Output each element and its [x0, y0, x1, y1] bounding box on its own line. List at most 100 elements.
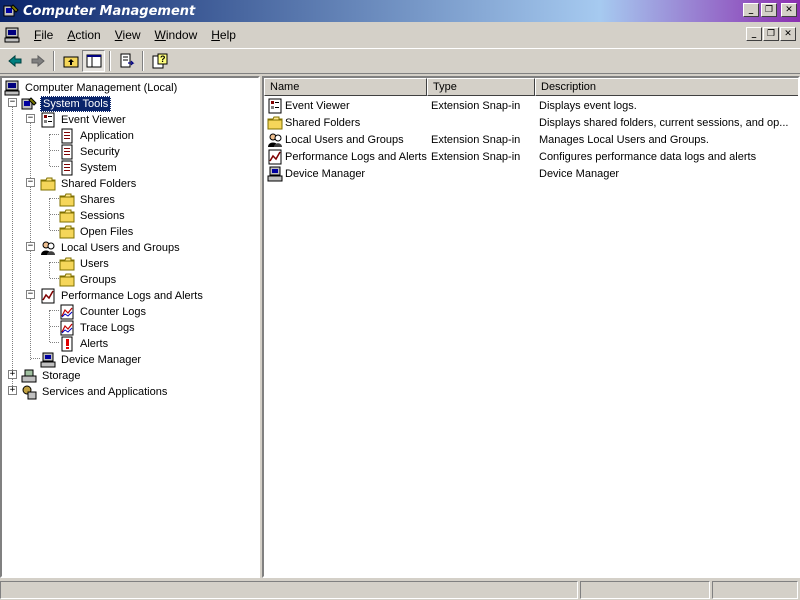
computer-icon: [4, 80, 20, 96]
folder-icon: [59, 256, 75, 272]
mmc-document-icon[interactable]: [3, 27, 21, 43]
tree-item-label: Services and Applications: [42, 386, 168, 398]
tree-item-device-manager[interactable]: Device Manager: [40, 352, 143, 368]
tree-item-users[interactable]: Users: [59, 256, 111, 272]
menu-action[interactable]: Action: [60, 28, 107, 42]
tree-item-sessions[interactable]: Sessions: [59, 208, 127, 224]
menu-file-label: File: [34, 28, 54, 42]
show-hide-tree-button[interactable]: [82, 50, 105, 72]
tree-connector: [50, 230, 59, 231]
restore-button[interactable]: ❐: [761, 3, 777, 17]
close-button[interactable]: ✕: [781, 3, 797, 17]
details-list-pane[interactable]: Name Type Description Event Viewer Exten…: [262, 76, 800, 578]
folder-icon: [59, 224, 75, 240]
menu-file[interactable]: File: [27, 28, 60, 42]
tree-item-label: System Tools: [40, 96, 112, 112]
tree-item-label: Storage: [42, 370, 81, 382]
back-arrow-icon: [7, 54, 21, 68]
tree-item-storage[interactable]: Storage: [21, 368, 83, 384]
column-header-type[interactable]: Type: [427, 78, 535, 96]
tree-item-security[interactable]: Security: [59, 144, 122, 160]
up-folder-icon: [63, 56, 78, 68]
tree-item-label: Security: [80, 146, 120, 158]
status-panel-main: [0, 581, 578, 599]
title-bar[interactable]: Computer Management _ ❐ ✕: [0, 0, 800, 22]
menu-bar: File Action View Window Help _ ❐ ✕: [0, 24, 800, 46]
alert-icon: [59, 336, 75, 352]
tree-item-label: Counter Logs: [80, 306, 147, 318]
row-type: Extension Snap-in: [431, 133, 521, 146]
collapse-toggle[interactable]: −: [26, 178, 35, 187]
help-button[interactable]: ?: [148, 50, 171, 72]
menu-action-label: Action: [67, 28, 101, 42]
tree-item-system[interactable]: System: [59, 160, 119, 176]
mdi-minimize-button[interactable]: _: [746, 27, 762, 41]
list-row[interactable]: Performance Logs and Alerts Extension Sn…: [264, 148, 795, 165]
tree-item-event-viewer[interactable]: Event Viewer: [40, 112, 128, 128]
tree-item-alerts[interactable]: Alerts: [59, 336, 110, 352]
collapse-toggle[interactable]: −: [26, 242, 35, 251]
row-description: Device Manager: [539, 167, 620, 180]
event-log-icon: [59, 144, 75, 160]
tree-item-open-files[interactable]: Open Files: [59, 224, 135, 240]
up-one-level-button[interactable]: [59, 50, 82, 72]
column-header-description[interactable]: Description: [535, 78, 798, 96]
row-type: Extension Snap-in: [431, 99, 521, 112]
tree-connector: [50, 198, 59, 199]
chart-icon: [59, 320, 75, 336]
row-name: Performance Logs and Alerts: [285, 150, 427, 163]
menu-view[interactable]: View: [108, 28, 148, 42]
collapse-toggle[interactable]: −: [8, 98, 17, 107]
tree-item-counter-logs[interactable]: Counter Logs: [59, 304, 148, 320]
tree-item-application[interactable]: Application: [59, 128, 136, 144]
forward-button[interactable]: [26, 50, 49, 72]
expand-toggle[interactable]: +: [8, 370, 17, 379]
tree-item-label: Users: [80, 258, 109, 270]
forward-arrow-icon: [31, 54, 45, 68]
tree-connector: [50, 310, 59, 311]
tree-item-label: Alerts: [80, 338, 109, 350]
device-manager-icon: [40, 352, 56, 368]
tree-item-label: Shares: [80, 194, 115, 206]
row-description: Displays shared folders, current session…: [539, 116, 789, 129]
expand-toggle[interactable]: +: [8, 386, 17, 395]
collapse-toggle[interactable]: −: [26, 290, 35, 299]
window-title: Computer Management: [23, 3, 196, 19]
storage-icon: [21, 368, 37, 384]
mdi-close-button[interactable]: ✕: [780, 27, 796, 41]
tree-item-groups[interactable]: Groups: [59, 272, 118, 288]
list-row[interactable]: Event Viewer Extension Snap-in Displays …: [264, 97, 795, 114]
list-row[interactable]: Local Users and Groups Extension Snap-in…: [264, 131, 795, 148]
tree-connector: [31, 358, 40, 359]
tree-connector: [30, 118, 31, 360]
toolbar: ?: [0, 48, 800, 74]
row-description: Manages Local Users and Groups.: [539, 133, 709, 146]
menu-window[interactable]: Window: [148, 28, 205, 42]
tree-item-label: Groups: [80, 274, 117, 286]
tree-item-label: Open Files: [80, 226, 134, 238]
tree-item-services[interactable]: Services and Applications: [21, 384, 169, 400]
back-button[interactable]: [3, 50, 26, 72]
menu-help[interactable]: Help: [204, 28, 243, 42]
tree-item-label: Computer Management (Local): [25, 82, 178, 94]
column-header-name[interactable]: Name: [264, 78, 427, 96]
row-name: Device Manager: [285, 167, 366, 180]
export-list-button[interactable]: [115, 50, 138, 72]
minimize-button[interactable]: _: [743, 3, 759, 17]
folder-icon: [59, 208, 75, 224]
event-log-icon: [59, 128, 75, 144]
tree-item-perf-logs[interactable]: Performance Logs and Alerts: [40, 288, 205, 304]
list-row[interactable]: Device Manager Device Manager: [264, 165, 795, 182]
tree-item-shared-folders[interactable]: Shared Folders: [40, 176, 138, 192]
mdi-restore-button[interactable]: ❐: [763, 27, 779, 41]
list-row[interactable]: Shared Folders Displays shared folders, …: [264, 114, 795, 131]
tree-item-local-users[interactable]: Local Users and Groups: [40, 240, 182, 256]
tree-item-system-tools[interactable]: System Tools: [21, 96, 112, 112]
console-tree-pane[interactable]: − − − − − + + Computer Management (Local…: [0, 76, 260, 578]
tree-item-shares[interactable]: Shares: [59, 192, 117, 208]
tree-item-trace-logs[interactable]: Trace Logs: [59, 320, 137, 336]
collapse-toggle[interactable]: −: [26, 114, 35, 123]
toolbar-separator: [142, 51, 144, 71]
tree-item-root[interactable]: Computer Management (Local): [4, 80, 179, 96]
tree-connector: [50, 262, 59, 263]
